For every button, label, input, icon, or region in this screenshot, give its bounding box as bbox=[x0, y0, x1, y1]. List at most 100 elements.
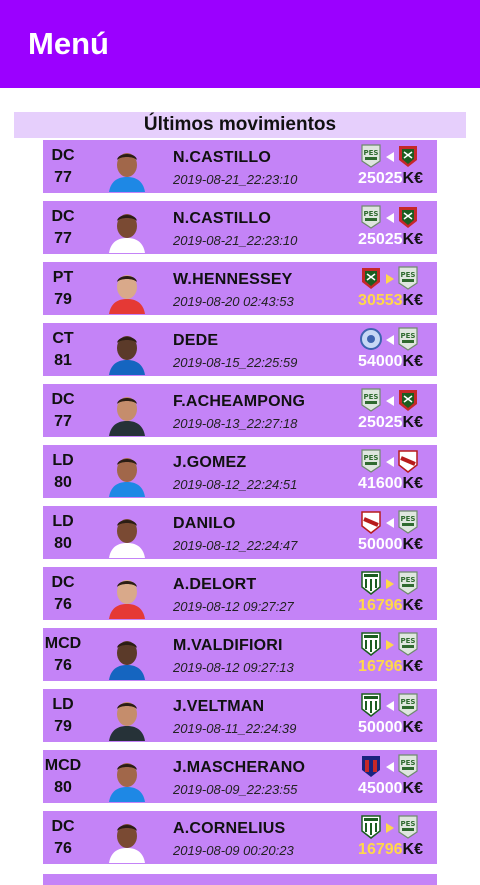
position-label: DC bbox=[51, 818, 75, 835]
player-name: J.VELTMAN bbox=[173, 698, 265, 715]
player-avatar bbox=[103, 144, 151, 192]
transfer-clubs: PES bbox=[359, 754, 421, 778]
player-avatar bbox=[103, 510, 151, 558]
price-amount: 41600 bbox=[358, 475, 403, 492]
list-item[interactable]: LD 80 J.GOMEZ 2019-08-12_22:24:51 PES 41… bbox=[43, 445, 437, 498]
price: 50000K€ bbox=[358, 536, 423, 554]
position-label: DC bbox=[51, 208, 75, 225]
svg-text:PES: PES bbox=[364, 149, 379, 157]
player-avatar bbox=[103, 632, 151, 680]
position-label: DC bbox=[51, 391, 75, 408]
player-avatar bbox=[103, 327, 151, 375]
list-item[interactable]: DC 77 N.CASTILLO 2019-08-21_22:23:10 PES bbox=[43, 140, 437, 193]
price: 16796K€ bbox=[358, 658, 423, 676]
price-amount: 16796 bbox=[358, 658, 403, 675]
player-name: J.GOMEZ bbox=[173, 454, 247, 471]
svg-text:PES: PES bbox=[364, 393, 379, 401]
svg-text:PES: PES bbox=[401, 332, 416, 340]
transfer-clubs: PES bbox=[359, 205, 421, 229]
transfer-date: 2019-08-09_22:23:55 bbox=[173, 782, 298, 797]
list-item[interactable] bbox=[43, 874, 437, 885]
currency-suffix: K€ bbox=[402, 292, 423, 309]
player-name: DANILO bbox=[173, 515, 236, 532]
player-avatar bbox=[103, 815, 151, 863]
position-label: LD bbox=[52, 452, 74, 469]
list-item[interactable]: LD 79 J.VELTMAN 2019-08-11_22:24:39 PES bbox=[43, 689, 437, 742]
rating-value: 76 bbox=[54, 840, 72, 857]
rating-value: 76 bbox=[54, 596, 72, 613]
transfer-date: 2019-08-12 09:27:13 bbox=[173, 660, 294, 675]
transfer-date: 2019-08-12_22:24:51 bbox=[173, 477, 298, 492]
player-avatar bbox=[103, 449, 151, 497]
currency-suffix: K€ bbox=[402, 170, 423, 187]
transfer-date: 2019-08-11_22:24:39 bbox=[173, 721, 297, 736]
list-item[interactable]: LD 80 DANILO 2019-08-12_22:24:47 PES 500… bbox=[43, 506, 437, 559]
position-label: CT bbox=[52, 330, 74, 347]
transfer-clubs: PES bbox=[359, 693, 421, 717]
rating-value: 81 bbox=[54, 352, 72, 369]
price: 16796K€ bbox=[358, 597, 423, 615]
transfer-date: 2019-08-15_22:25:59 bbox=[173, 355, 298, 370]
list-item[interactable]: MCD 80 J.MASCHERANO 2019-08-09_22:23:55 … bbox=[43, 750, 437, 803]
transfer-clubs: PES bbox=[359, 815, 421, 839]
transfer-date: 2019-08-20 02:43:53 bbox=[173, 294, 294, 309]
currency-suffix: K€ bbox=[402, 658, 423, 675]
price: 25025K€ bbox=[358, 231, 423, 249]
player-avatar bbox=[103, 266, 151, 314]
price-amount: 25025 bbox=[358, 170, 403, 187]
transfer-clubs: PES bbox=[359, 388, 421, 412]
transfer-date: 2019-08-21_22:23:10 bbox=[173, 233, 298, 248]
svg-text:PES: PES bbox=[401, 271, 416, 279]
svg-text:PES: PES bbox=[401, 637, 416, 645]
currency-suffix: K€ bbox=[402, 536, 423, 553]
svg-text:PES: PES bbox=[401, 698, 416, 706]
svg-text:PES: PES bbox=[364, 210, 379, 218]
list-item[interactable]: DC 76 A.CORNELIUS 2019-08-09 00:20:23 PE… bbox=[43, 811, 437, 864]
app-title[interactable]: Menú bbox=[28, 26, 109, 61]
section-title: Últimos movimientos bbox=[143, 114, 337, 135]
player-avatar bbox=[103, 693, 151, 741]
price-amount: 16796 bbox=[358, 597, 403, 614]
player-avatar bbox=[103, 754, 151, 802]
price-amount: 50000 bbox=[358, 536, 403, 553]
svg-text:PES: PES bbox=[401, 576, 416, 584]
position-label: MCD bbox=[44, 757, 82, 774]
player-name: N.CASTILLO bbox=[173, 210, 271, 227]
transfer-clubs: PES bbox=[359, 327, 421, 351]
list-item[interactable]: PT 79 W.HENNESSEY 2019-08-20 02:43:53 PE… bbox=[43, 262, 437, 315]
transfer-date: 2019-08-12_22:24:47 bbox=[173, 538, 298, 553]
list-item[interactable]: DC 76 A.DELORT 2019-08-12 09:27:27 PES 1… bbox=[43, 567, 437, 620]
price-amount: 54000 bbox=[358, 353, 403, 370]
transfer-clubs: PES bbox=[359, 571, 421, 595]
list-item[interactable]: MCD 76 M.VALDIFIORI 2019-08-12 09:27:13 … bbox=[43, 628, 437, 681]
position-label: LD bbox=[52, 513, 74, 530]
price-amount: 45000 bbox=[358, 780, 403, 797]
transfer-clubs: PES bbox=[359, 449, 421, 473]
rating-value: 77 bbox=[54, 230, 72, 247]
price: 54000K€ bbox=[358, 353, 423, 371]
price: 45000K€ bbox=[358, 780, 423, 798]
currency-suffix: K€ bbox=[402, 841, 423, 858]
price-amount: 30553 bbox=[358, 292, 403, 309]
rating-value: 80 bbox=[54, 535, 72, 552]
transfer-list: DC 77 N.CASTILLO 2019-08-21_22:23:10 PES bbox=[43, 140, 437, 872]
price-amount: 50000 bbox=[358, 719, 403, 736]
price: 50000K€ bbox=[358, 719, 423, 737]
list-item[interactable]: CT 81 DEDE 2019-08-15_22:25:59 PES 54000… bbox=[43, 323, 437, 376]
currency-suffix: K€ bbox=[402, 414, 423, 431]
rating-value: 79 bbox=[54, 718, 72, 735]
rating-value: 79 bbox=[54, 291, 72, 308]
player-name: J.MASCHERANO bbox=[173, 759, 306, 776]
currency-suffix: K€ bbox=[402, 353, 423, 370]
price: 16796K€ bbox=[358, 841, 423, 859]
currency-suffix: K€ bbox=[402, 597, 423, 614]
rating-value: 77 bbox=[54, 413, 72, 430]
list-item[interactable]: DC 77 N.CASTILLO 2019-08-21_22:23:10 PES bbox=[43, 201, 437, 254]
price: 25025K€ bbox=[358, 414, 423, 432]
price: 25025K€ bbox=[358, 170, 423, 188]
list-item[interactable]: DC 77 F.ACHEAMPONG 2019-08-13_22:27:18 P… bbox=[43, 384, 437, 437]
position-label: MCD bbox=[44, 635, 82, 652]
transfer-clubs: PES bbox=[359, 266, 421, 290]
player-name: DEDE bbox=[173, 332, 219, 349]
transfer-date: 2019-08-13_22:27:18 bbox=[173, 416, 298, 431]
